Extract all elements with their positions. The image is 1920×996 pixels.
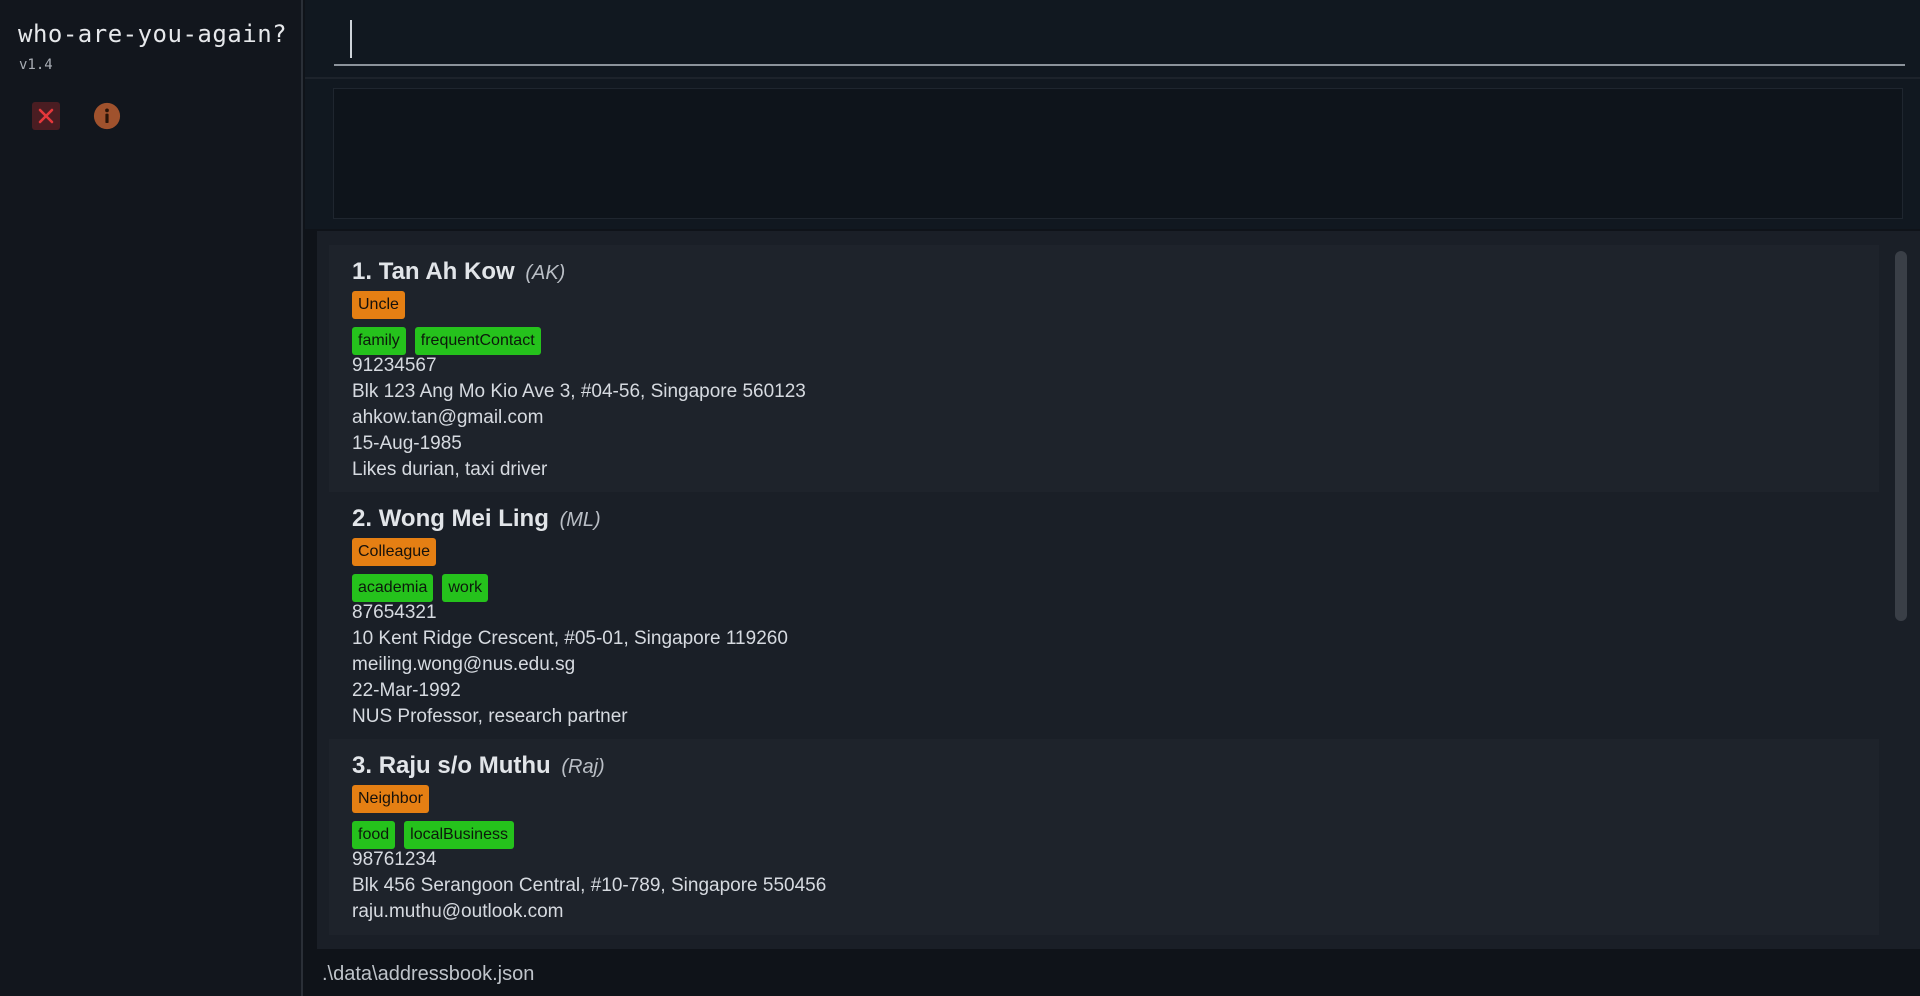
relationship-tag: Neighbor <box>352 785 429 813</box>
person-phone: 91234567 <box>352 355 437 376</box>
person-list[interactable]: 1. Tan Ah Kow (AK) Uncle family frequent… <box>329 245 1879 935</box>
person-list-panel: 1. Tan Ah Kow (AK) Uncle family frequent… <box>317 231 1920 949</box>
tag: family <box>352 327 406 355</box>
app-title: who-are-you-again? <box>18 20 288 48</box>
tag: academia <box>352 574 434 602</box>
result-display[interactable] <box>333 88 1903 219</box>
person-name: 3. Raju s/o Muthu (Raj) <box>352 752 605 780</box>
relationship-tag: Colleague <box>352 538 437 566</box>
person-card[interactable]: 2. Wong Mei Ling (ML) Colleague academia… <box>329 492 1879 739</box>
person-email: meiling.wong@nus.edu.sg <box>352 654 576 675</box>
person-birthday: 15-Aug-1985 <box>352 433 462 454</box>
person-address: 10 Kent Ridge Crescent, #05-01, Singapor… <box>352 628 788 649</box>
person-email: raju.muthu@outlook.com <box>352 901 564 922</box>
person-notes: NUS Professor, research partner <box>352 706 628 727</box>
relationship-tag: Uncle <box>352 291 405 319</box>
command-input[interactable] <box>334 14 1905 66</box>
person-address: Blk 456 Serangoon Central, #10-789, Sing… <box>352 875 827 896</box>
tag: work <box>442 574 489 602</box>
status-bar: .\data\addressbook.json <box>305 953 1920 996</box>
command-area <box>305 0 1920 77</box>
tag-list: family frequentContact <box>352 327 541 355</box>
sidebar: who-are-you-again? v1.4 <box>0 0 303 996</box>
tag: frequentContact <box>414 327 541 355</box>
person-index: 1. <box>352 258 373 285</box>
info-icon <box>93 102 121 130</box>
person-birthday: 22-Mar-1992 <box>352 680 461 701</box>
person-name: 1. Tan Ah Kow (AK) <box>352 258 565 286</box>
person-card[interactable]: 1. Tan Ah Kow (AK) Uncle family frequent… <box>329 245 1879 492</box>
tag-list: academia work <box>352 574 489 602</box>
person-card[interactable]: 3. Raju s/o Muthu (Raj) Neighbor food lo… <box>329 739 1879 935</box>
person-name: 2. Wong Mei Ling (ML) <box>352 505 601 533</box>
person-notes: Likes durian, taxi driver <box>352 459 548 480</box>
text-caret <box>350 20 352 58</box>
person-email: ahkow.tan@gmail.com <box>352 407 544 428</box>
tag: localBusiness <box>404 821 514 849</box>
info-button[interactable] <box>93 102 121 130</box>
close-icon <box>38 108 54 124</box>
data-file-path: .\data\addressbook.json <box>322 963 535 985</box>
close-button[interactable] <box>32 102 60 130</box>
person-address: Blk 123 Ang Mo Kio Ave 3, #04-56, Singap… <box>352 381 806 402</box>
person-phone: 98761234 <box>352 849 437 870</box>
tag: food <box>352 821 396 849</box>
person-name-text: Wong Mei Ling <box>378 505 549 532</box>
person-index: 3. <box>352 752 373 779</box>
person-nickname: (Raj) <box>561 756 605 778</box>
result-area <box>305 77 1920 229</box>
person-nickname: (ML) <box>559 509 601 531</box>
scrollbar-thumb[interactable] <box>1895 251 1907 621</box>
person-nickname: (AK) <box>525 262 566 284</box>
person-index: 2. <box>352 505 373 532</box>
person-name-text: Raju s/o Muthu <box>378 752 551 779</box>
tag-list: food localBusiness <box>352 821 514 849</box>
person-phone: 87654321 <box>352 602 437 623</box>
person-name-text: Tan Ah Kow <box>378 258 515 285</box>
app-version: v1.4 <box>19 57 53 73</box>
main-panel: 1. Tan Ah Kow (AK) Uncle family frequent… <box>305 0 1920 996</box>
scrollbar[interactable] <box>1895 251 1907 945</box>
